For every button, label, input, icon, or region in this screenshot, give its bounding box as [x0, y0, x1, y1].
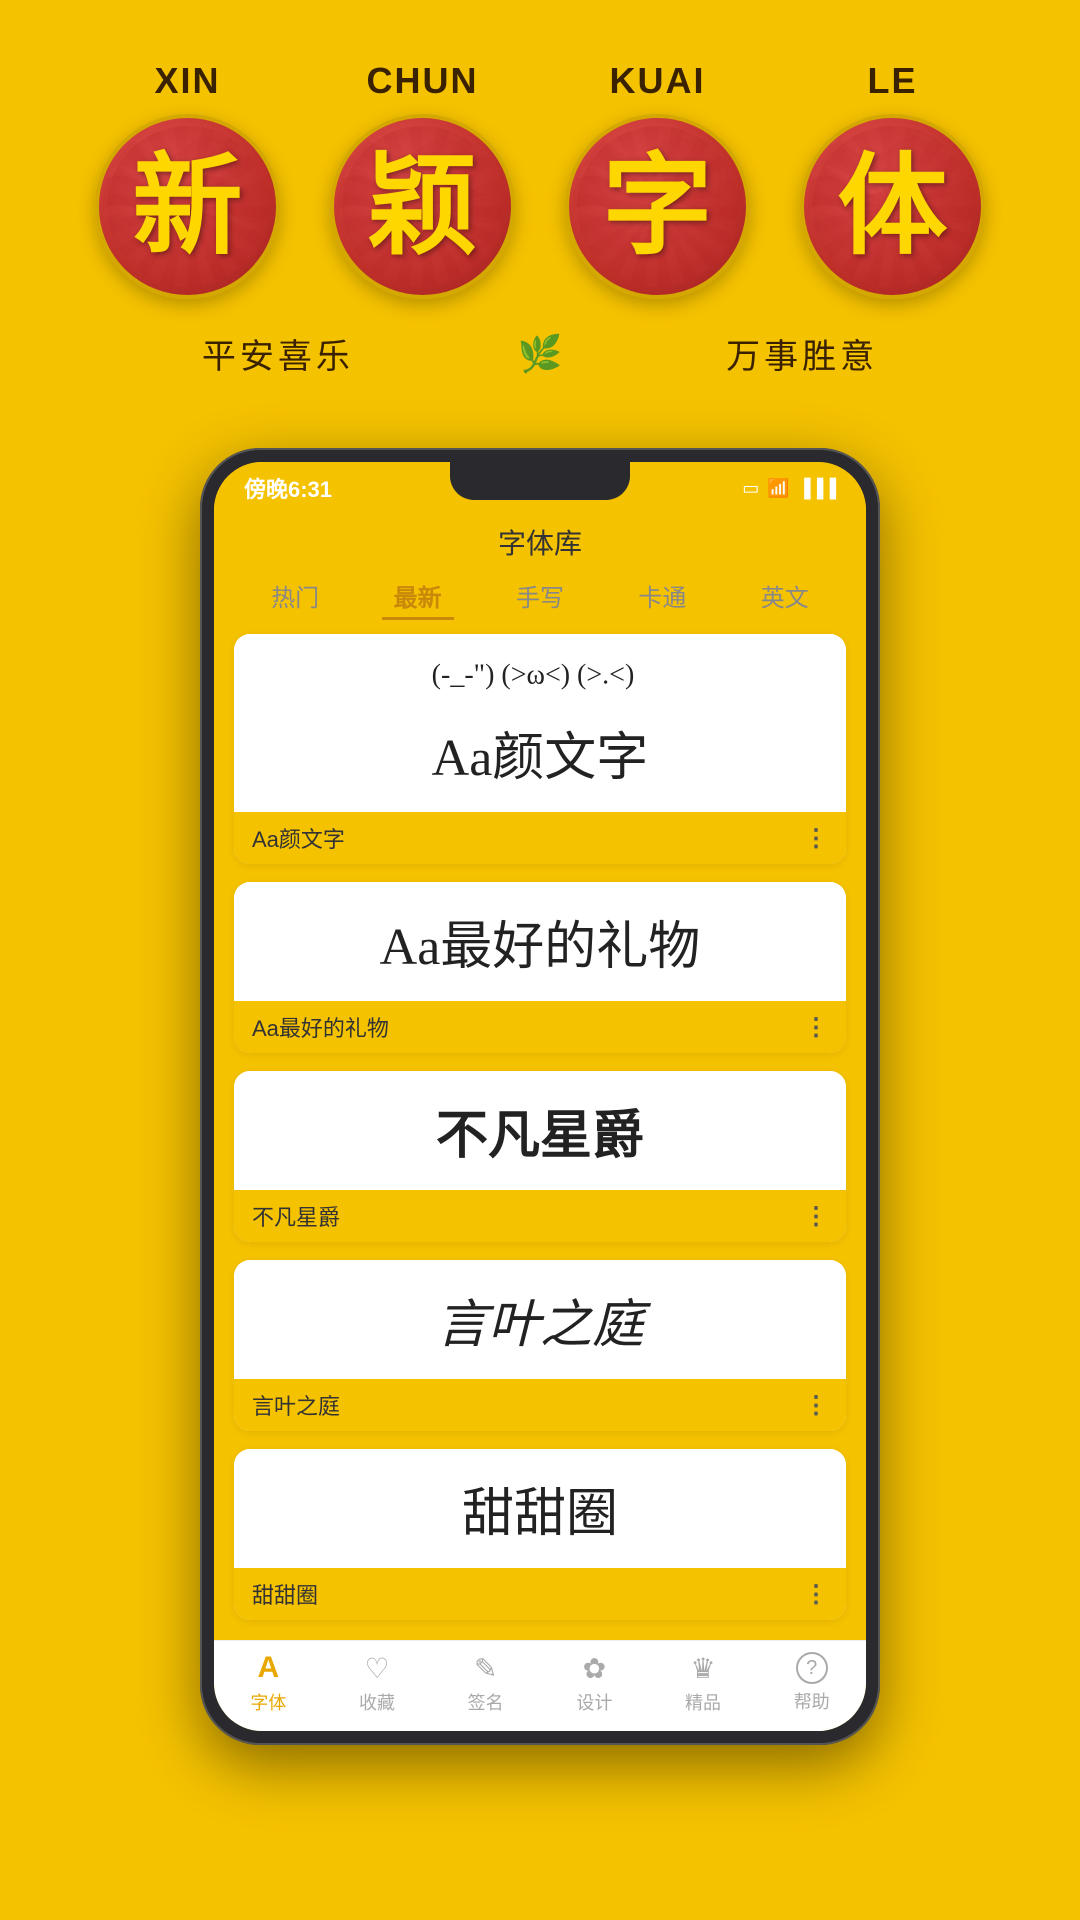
font-name-3: 言叶之庭	[252, 1389, 340, 1421]
help-icon: ?	[796, 1652, 828, 1684]
nav-label-premium: 精品	[685, 1689, 721, 1715]
nav-label-signature: 签名	[468, 1689, 504, 1715]
font-name-bar-2: 不凡星爵 ⋮	[234, 1190, 846, 1242]
signal-icon: ▐▐▐	[798, 478, 836, 499]
char-kuai: KUAI 字	[565, 60, 750, 299]
char-le: LE 体	[800, 60, 985, 299]
app-title: 字体库	[214, 514, 866, 574]
font-preview-text-2: 不凡星爵	[436, 1093, 644, 1168]
pinyin-chars-row: XIN 新 CHU	[40, 60, 1040, 299]
char-le-hanzi: 体	[838, 152, 948, 262]
phone-wrapper: 傍晚6:31 ▭ 📶 ▐▐▐ 字体库 热门 最新 手写 卡通 英文	[0, 448, 1080, 1785]
font-card-4[interactable]: 甜甜圈 甜甜圈 ⋮	[234, 1449, 846, 1620]
more-icon-1[interactable]: ⋮	[804, 1013, 828, 1042]
notch	[450, 462, 630, 500]
circle-kuai: 字	[565, 114, 750, 299]
heart-icon: ♡	[364, 1652, 389, 1685]
font-list: (-_-") (>ω<) (>.<)Aa颜文字 Aa颜文字 ⋮ Aa最好的礼物 …	[214, 634, 866, 1640]
circle-xin: 新	[95, 114, 280, 299]
lotus-icon: 🌿	[518, 333, 563, 375]
more-icon-0[interactable]: ⋮	[804, 824, 828, 853]
font-card-2[interactable]: 不凡星爵 不凡星爵 ⋮	[234, 1071, 846, 1242]
status-bar: 傍晚6:31 ▭ 📶 ▐▐▐	[214, 462, 866, 514]
circle-le: 体	[800, 114, 985, 299]
subtitle-right: 万事胜意	[726, 329, 878, 378]
pinyin-le: LE	[867, 60, 917, 102]
font-name-2: 不凡星爵	[252, 1200, 340, 1232]
banner: XIN 新 CHU	[0, 0, 1080, 418]
more-icon-3[interactable]: ⋮	[804, 1391, 828, 1420]
tab-cartoon[interactable]: 卡通	[626, 574, 698, 620]
wifi-icon: 📶	[767, 478, 789, 499]
nav-label-fonts: 字体	[250, 1689, 286, 1715]
pinyin-xin: XIN	[154, 60, 220, 102]
font-preview-0: (-_-") (>ω<) (>.<)Aa颜文字	[234, 634, 846, 812]
font-preview-text-3: 言叶之庭	[436, 1282, 644, 1357]
tab-handwrite[interactable]: 手写	[504, 574, 576, 620]
font-card-3[interactable]: 言叶之庭 言叶之庭 ⋮	[234, 1260, 846, 1431]
font-preview-3: 言叶之庭	[234, 1260, 846, 1379]
battery-icon: ▭	[742, 478, 759, 499]
tabs-bar[interactable]: 热门 最新 手写 卡通 英文	[214, 574, 866, 634]
font-name-4: 甜甜圈	[252, 1578, 318, 1610]
subtitle-row: 平安喜乐 🌿 万事胜意	[40, 309, 1040, 388]
font-preview-2: 不凡星爵	[234, 1071, 846, 1190]
font-preview-1: Aa最好的礼物	[234, 882, 846, 1001]
nav-favorites[interactable]: ♡ 收藏	[323, 1652, 432, 1715]
tab-hot[interactable]: 热门	[259, 574, 331, 620]
font-name-0: Aa颜文字	[252, 822, 345, 854]
subtitle-left: 平安喜乐	[202, 329, 354, 378]
more-icon-2[interactable]: ⋮	[804, 1202, 828, 1231]
tab-english[interactable]: 英文	[749, 574, 821, 620]
font-name-bar-3: 言叶之庭 ⋮	[234, 1379, 846, 1431]
circle-chun: 颖	[330, 114, 515, 299]
status-time: 傍晚6:31	[244, 472, 332, 504]
font-preview-text-4: 甜甜圈	[462, 1471, 618, 1546]
crown-icon: ♛	[690, 1652, 715, 1685]
design-icon: ✿	[583, 1652, 606, 1685]
bottom-nav: A 字体 ♡ 收藏 ✎ 签名 ✿ 设计 ♛ 精品	[214, 1640, 866, 1731]
pen-icon: ✎	[474, 1652, 497, 1685]
nav-fonts[interactable]: A 字体	[214, 1651, 323, 1715]
nav-signature[interactable]: ✎ 签名	[431, 1652, 540, 1715]
font-name-bar-1: Aa最好的礼物 ⋮	[234, 1001, 846, 1053]
font-preview-4: 甜甜圈	[234, 1449, 846, 1568]
phone-frame: 傍晚6:31 ▭ 📶 ▐▐▐ 字体库 热门 最新 手写 卡通 英文	[200, 448, 880, 1745]
char-kuai-hanzi: 字	[603, 152, 713, 262]
char-chun-hanzi: 颖	[368, 152, 478, 262]
phone-screen: 傍晚6:31 ▭ 📶 ▐▐▐ 字体库 热门 最新 手写 卡通 英文	[214, 462, 866, 1731]
font-preview-text-1: Aa最好的礼物	[380, 904, 701, 979]
nav-design[interactable]: ✿ 设计	[540, 1652, 649, 1715]
pinyin-kuai: KUAI	[610, 60, 706, 102]
char-chun: CHUN 颖	[330, 60, 515, 299]
nav-premium[interactable]: ♛ 精品	[649, 1652, 758, 1715]
more-icon-4[interactable]: ⋮	[804, 1580, 828, 1609]
tab-latest[interactable]: 最新	[382, 574, 454, 620]
nav-help[interactable]: ? 帮助	[757, 1652, 866, 1714]
char-xin: XIN 新	[95, 60, 280, 299]
font-name-1: Aa最好的礼物	[252, 1011, 389, 1043]
fonts-icon: A	[258, 1651, 280, 1685]
font-preview-text-0: (-_-") (>ω<) (>.<)Aa颜文字	[432, 656, 649, 790]
font-card-1[interactable]: Aa最好的礼物 Aa最好的礼物 ⋮	[234, 882, 846, 1053]
nav-label-design: 设计	[576, 1689, 612, 1715]
nav-label-favorites: 收藏	[359, 1689, 395, 1715]
status-icons: ▭ 📶 ▐▐▐	[742, 478, 836, 499]
font-card-0[interactable]: (-_-") (>ω<) (>.<)Aa颜文字 Aa颜文字 ⋮	[234, 634, 846, 864]
nav-label-help: 帮助	[794, 1688, 830, 1714]
font-name-bar-4: 甜甜圈 ⋮	[234, 1568, 846, 1620]
char-xin-hanzi: 新	[133, 152, 243, 262]
pinyin-chun: CHUN	[367, 60, 479, 102]
font-name-bar-0: Aa颜文字 ⋮	[234, 812, 846, 864]
